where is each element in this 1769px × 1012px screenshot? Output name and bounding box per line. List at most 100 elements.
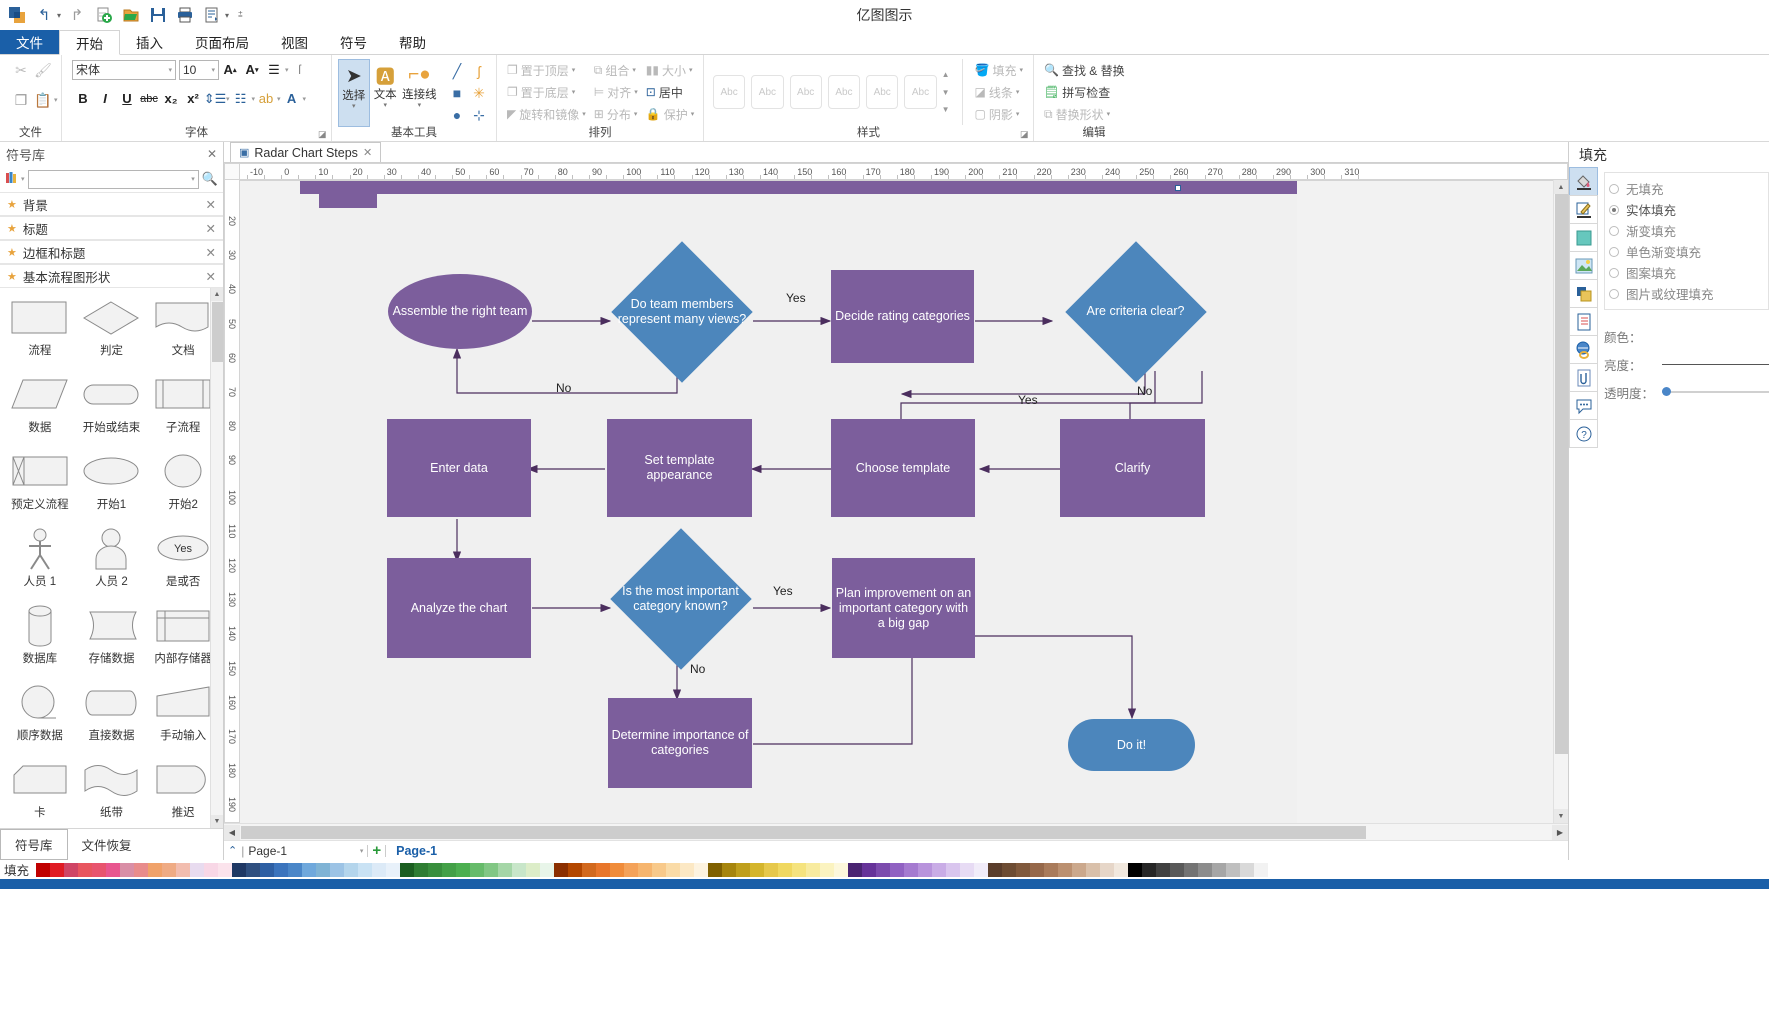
- palette-swatch[interactable]: [204, 862, 218, 877]
- palette-swatch[interactable]: [1086, 862, 1100, 877]
- palette-swatch[interactable]: [582, 862, 596, 877]
- ellipse-icon[interactable]: ●: [446, 104, 468, 126]
- flow-node-team-views[interactable]: Do team members represent many views?: [611, 241, 753, 383]
- chevron-down-icon[interactable]: ▾: [383, 101, 387, 109]
- export-dropdown-icon[interactable]: ▾: [225, 11, 229, 20]
- palette-swatch[interactable]: [414, 862, 428, 877]
- palette-swatch[interactable]: [932, 862, 946, 877]
- palette-swatch[interactable]: [680, 862, 694, 877]
- symbol-category-border-title[interactable]: ★ 边框和标题 ✕: [0, 240, 223, 264]
- shape-item-direct-data[interactable]: 直接数据: [76, 679, 148, 756]
- close-icon[interactable]: ✕: [206, 221, 216, 236]
- freeform-icon[interactable]: ✳: [468, 82, 490, 104]
- shape-item-start2[interactable]: 开始2: [147, 448, 219, 525]
- palette-swatch[interactable]: [274, 862, 288, 877]
- shadow-button[interactable]: ▢ 阴影 ▾: [971, 103, 1027, 125]
- center-button[interactable]: ⊡ 居中: [642, 81, 698, 103]
- flow-node-set-template-appearance[interactable]: Set template appearance: [607, 419, 752, 517]
- style-preset[interactable]: Abc: [789, 75, 822, 109]
- bring-to-front-button[interactable]: ❐ 置于顶层 ▾: [503, 59, 590, 81]
- palette-swatch[interactable]: [386, 862, 400, 877]
- palette-swatch[interactable]: [848, 862, 862, 877]
- hscroll-track[interactable]: [240, 824, 1552, 840]
- symbol-category-title[interactable]: ★ 标题 ✕: [0, 216, 223, 240]
- shape-item-predefined-process[interactable]: 预定义流程: [4, 448, 76, 525]
- palette-swatch[interactable]: [64, 862, 78, 877]
- palette-swatch[interactable]: [1100, 862, 1114, 877]
- palette-swatch[interactable]: [260, 862, 274, 877]
- group-button[interactable]: ⧉ 组合 ▾: [590, 59, 642, 81]
- scroll-up-icon[interactable]: ▲: [211, 288, 223, 301]
- palette-swatch[interactable]: [358, 862, 372, 877]
- symbol-category-basic-flowchart[interactable]: ★ 基本流程图形状 ✕: [0, 264, 223, 288]
- palette-swatch[interactable]: [50, 862, 64, 877]
- cut-icon[interactable]: ✂: [10, 59, 32, 81]
- palette-swatch[interactable]: [1016, 862, 1030, 877]
- palette-swatch[interactable]: [792, 862, 806, 877]
- spell-check-button[interactable]: 🗒 拼写检查: [1040, 81, 1129, 103]
- brightness-slider-track[interactable]: [1662, 363, 1769, 365]
- subscript-button[interactable]: x₂: [160, 88, 182, 109]
- undo-icon[interactable]: ↰: [33, 4, 55, 26]
- style-preset[interactable]: Abc: [751, 75, 784, 109]
- palette-swatch[interactable]: [1212, 862, 1226, 877]
- palette-swatch[interactable]: [316, 862, 330, 877]
- fill-option-none[interactable]: 无填充: [1609, 178, 1764, 199]
- save-icon[interactable]: [147, 4, 169, 26]
- shape-item-document[interactable]: 文档: [147, 294, 219, 371]
- flow-node-enter-data[interactable]: Enter data: [387, 419, 531, 517]
- rotate-flip-button[interactable]: ◤ 旋转和镜像 ▾: [503, 103, 590, 125]
- palette-swatch[interactable]: [750, 862, 764, 877]
- distribute-button[interactable]: ⊞ 分布 ▾: [590, 103, 642, 125]
- shape-item-process[interactable]: 流程: [4, 294, 76, 371]
- palette-swatch[interactable]: [1002, 862, 1016, 877]
- document-tab[interactable]: ▣ Radar Chart Steps ✕: [230, 142, 382, 162]
- shape-item-database[interactable]: 数据库: [4, 602, 76, 679]
- bold-button[interactable]: B: [72, 88, 94, 109]
- new-document-icon[interactable]: [93, 4, 115, 26]
- shape-item-start1[interactable]: 开始1: [76, 448, 148, 525]
- app-logo-icon[interactable]: [6, 4, 28, 26]
- palette-swatch[interactable]: [694, 862, 708, 877]
- palette-swatch[interactable]: [120, 862, 134, 877]
- copy-icon[interactable]: ❐: [10, 89, 32, 111]
- shape-item-decision[interactable]: 判定: [76, 294, 148, 371]
- gallery-expand-icon[interactable]: ▼: [942, 105, 950, 114]
- hyperlink-icon[interactable]: [1569, 335, 1598, 364]
- undo-dropdown-icon[interactable]: ▾: [57, 11, 61, 20]
- format-painter-icon[interactable]: 🖌: [32, 59, 54, 81]
- flow-node-category-known[interactable]: Is the most important category known?: [608, 528, 753, 670]
- library-books-icon[interactable]: [5, 171, 18, 187]
- open-document-icon[interactable]: [120, 4, 142, 26]
- protect-button[interactable]: 🔒 保护 ▾: [642, 103, 698, 125]
- palette-swatch[interactable]: [1058, 862, 1072, 877]
- shape-item-start-end[interactable]: 开始或结束: [76, 371, 148, 448]
- symbol-search-input[interactable]: ▾: [27, 169, 199, 189]
- attachment-icon[interactable]: [1569, 363, 1598, 392]
- align-button[interactable]: ⊨ 对齐 ▾: [590, 81, 642, 103]
- fill-option-solid[interactable]: 实体填充: [1609, 199, 1764, 220]
- palette-swatch[interactable]: [610, 862, 624, 877]
- palette-swatch[interactable]: [1128, 862, 1142, 877]
- shape-item-subprocess[interactable]: 子流程: [147, 371, 219, 448]
- shape-item-delay[interactable]: 推迟: [147, 756, 219, 828]
- palette-swatch[interactable]: [904, 862, 918, 877]
- shape-item-stored-data[interactable]: 存储数据: [76, 602, 148, 679]
- style-preset[interactable]: Abc: [866, 75, 899, 109]
- size-button[interactable]: ▮▮ 大小 ▾: [642, 59, 698, 81]
- line-pen-icon[interactable]: [1569, 195, 1598, 224]
- palette-swatch[interactable]: [1114, 862, 1128, 877]
- shrink-font-button[interactable]: A ▾: [241, 59, 263, 80]
- document-props-icon[interactable]: [1569, 307, 1598, 336]
- close-icon[interactable]: ✕: [207, 147, 217, 161]
- font-color-button[interactable]: A: [281, 88, 303, 109]
- paragraph-align-button[interactable]: ☰: [263, 59, 285, 80]
- palette-swatch[interactable]: [1156, 862, 1170, 877]
- connector-tool-button[interactable]: ⌐● 连接线 ▾: [401, 59, 438, 127]
- palette-swatch[interactable]: [652, 862, 666, 877]
- palette-swatch[interactable]: [764, 862, 778, 877]
- curve-icon[interactable]: ʃ: [468, 60, 490, 82]
- menu-tab-home[interactable]: 开始: [59, 30, 120, 55]
- palette-swatch[interactable]: [554, 862, 568, 877]
- shape-item-sequential-data[interactable]: 顺序数据: [4, 679, 76, 756]
